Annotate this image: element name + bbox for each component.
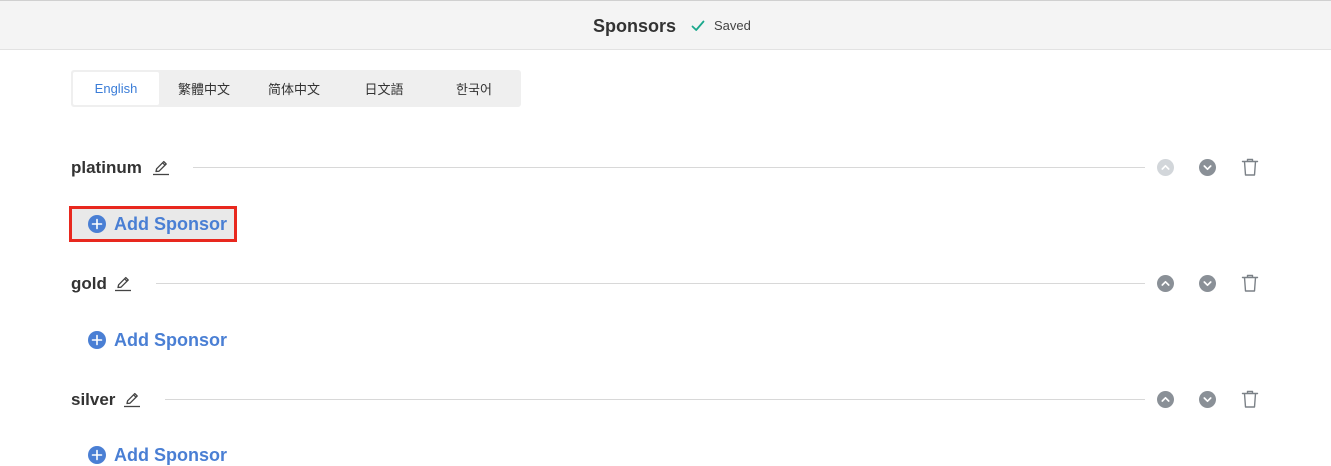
trash-icon[interactable] [1241,273,1259,293]
trash-icon[interactable] [1241,157,1259,177]
add-sponsor-button-gold[interactable]: Add Sponsor [88,329,227,351]
tier-name: gold [71,274,107,293]
divider [156,283,1145,284]
pencil-icon[interactable] [114,274,132,292]
plus-circle-icon [88,215,106,233]
plus-circle-icon [88,446,106,464]
chevron-down-circle-icon[interactable] [1199,159,1216,176]
sponsor-tier-platinum: platinum [71,156,1271,180]
tab-japanese[interactable]: 日文語 [339,72,429,105]
page-title: Sponsors [593,16,677,36]
save-status: Saved [690,18,751,34]
sponsor-tier-gold: gold [71,272,1271,296]
divider [165,399,1145,400]
add-sponsor-label: Add Sponsor [114,445,227,465]
language-tabs: English 繁體中文 简体中文 日文語 한국어 [71,70,521,107]
check-icon [691,20,705,31]
add-sponsor-button-silver[interactable]: Add Sponsor [88,444,227,466]
tier-name: platinum [71,158,142,177]
tab-korean[interactable]: 한국어 [429,72,519,105]
pencil-icon[interactable] [123,390,141,408]
add-sponsor-button-platinum[interactable]: Add Sponsor [69,206,237,242]
divider [193,167,1145,168]
chevron-down-circle-icon[interactable] [1199,391,1216,408]
add-sponsor-label: Add Sponsor [114,214,227,234]
chevron-up-circle-icon[interactable] [1157,391,1174,408]
add-sponsor-label: Add Sponsor [114,330,227,350]
plus-circle-icon [88,331,106,349]
tab-traditional-chinese[interactable]: 繁體中文 [159,72,249,105]
trash-icon[interactable] [1241,389,1259,409]
tier-name: silver [71,390,116,409]
tab-simplified-chinese[interactable]: 简体中文 [249,72,339,105]
top-bar: Sponsors Saved [0,0,1331,50]
chevron-up-circle-icon[interactable] [1157,159,1174,176]
tab-english[interactable]: English [73,72,159,105]
pencil-icon[interactable] [152,158,170,176]
chevron-down-circle-icon[interactable] [1199,275,1216,292]
sponsor-tier-silver: silver [71,388,1271,412]
chevron-up-circle-icon[interactable] [1157,275,1174,292]
save-status-label: Saved [714,18,751,33]
